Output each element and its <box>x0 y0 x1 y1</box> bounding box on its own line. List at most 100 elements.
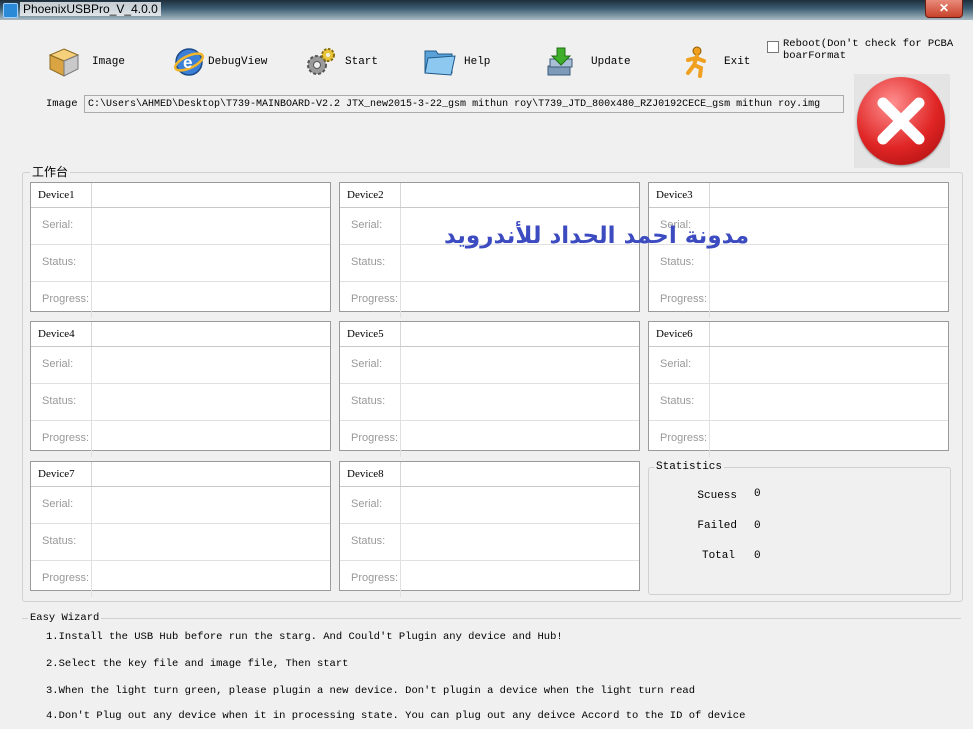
status-row: Status: <box>31 384 330 421</box>
serial-value <box>709 347 710 383</box>
download-icon <box>545 46 577 78</box>
status-value <box>709 245 710 281</box>
serial-label: Serial: <box>351 358 383 370</box>
header-divider <box>91 322 92 346</box>
header-divider <box>400 322 401 346</box>
device-panel: Device8 Serial: Status: Progress: <box>339 461 640 597</box>
device-name: Device6 <box>656 328 693 340</box>
device-header: Device8 <box>340 462 639 487</box>
device-header: Device7 <box>31 462 330 487</box>
serial-row: Serial: <box>31 347 330 384</box>
success-value: 0 <box>754 488 761 500</box>
device-panel: Device4 Serial: Status: Progress: <box>30 321 331 457</box>
help-button[interactable]: Help <box>422 42 490 82</box>
status-row: Status: <box>340 384 639 421</box>
reboot-label: Reboot(Don't check for PCBA boarFormat <box>783 38 954 62</box>
svg-text:e: e <box>183 53 192 72</box>
exit-button-label: Exit <box>724 56 751 68</box>
status-row: Status: <box>340 245 639 282</box>
status-value <box>91 384 92 420</box>
progress-value <box>91 421 92 457</box>
status-label: Status: <box>660 395 695 407</box>
progress-label: Progress: <box>42 572 90 584</box>
status-value <box>91 245 92 281</box>
progress-value <box>91 561 92 597</box>
serial-row: Serial: <box>340 347 639 384</box>
stop-button[interactable] <box>854 74 950 168</box>
image-path-field[interactable]: C:\Users\AHMED\Desktop\T739-MAINBOARD-V2… <box>84 95 844 113</box>
status-row: Status: <box>340 524 639 561</box>
window-title: PhoenixUSBPro_V_4.0.0 <box>20 2 161 16</box>
progress-value <box>400 421 401 457</box>
device-header: Device3 <box>649 183 948 208</box>
wizard-step: 3.When the light turn green, please plug… <box>46 685 696 697</box>
exit-button[interactable]: Exit <box>680 42 750 82</box>
serial-label: Serial: <box>660 358 692 370</box>
serial-row: Serial: <box>31 487 330 524</box>
header-divider <box>709 183 710 207</box>
device-panel: Device5 Serial: Status: Progress: <box>339 321 640 457</box>
device-panel: Device7 Serial: Status: Progress: <box>30 461 331 597</box>
update-button[interactable]: Update <box>545 42 631 82</box>
debugview-button[interactable]: e DebugView <box>173 42 267 82</box>
serial-row: Serial: <box>31 208 330 245</box>
device-header: Device6 <box>649 322 948 347</box>
app-icon <box>3 3 18 18</box>
debugview-button-label: DebugView <box>208 56 268 68</box>
status-row: Status: <box>31 524 330 561</box>
statistics-label: Statistics <box>654 461 725 473</box>
device-header: Device5 <box>340 322 639 347</box>
serial-label: Serial: <box>351 498 383 510</box>
success-label: Scuess <box>697 490 737 502</box>
status-label: Status: <box>351 256 386 268</box>
device-panel: Device6 Serial: Status: Progress: <box>648 321 949 457</box>
progress-row: Progress: <box>340 282 639 318</box>
progress-row: Progress: <box>31 561 330 597</box>
wizard-step: 1.Install the USB Hub before run the sta… <box>46 631 563 643</box>
running-man-icon <box>680 46 712 78</box>
status-row: Status: <box>649 384 948 421</box>
device-name: Device7 <box>38 468 75 480</box>
window-close-button[interactable]: ✕ <box>925 0 963 18</box>
progress-row: Progress: <box>31 421 330 457</box>
status-label: Status: <box>351 395 386 407</box>
status-label: Status: <box>351 535 386 547</box>
reboot-option[interactable]: Reboot(Don't check for PCBA boarFormat <box>767 38 957 62</box>
serial-value <box>91 208 92 244</box>
header-divider <box>709 322 710 346</box>
total-value: 0 <box>754 550 761 562</box>
progress-row: Progress: <box>649 421 948 457</box>
title-bar: PhoenixUSBPro_V_4.0.0 ✕ <box>0 0 973 20</box>
image-button[interactable]: Image <box>48 42 125 82</box>
status-value <box>400 384 401 420</box>
easy-wizard-label: Easy Wizard <box>28 612 102 624</box>
progress-value <box>709 421 710 457</box>
ie-icon: e <box>173 46 205 78</box>
serial-row: Serial: <box>649 347 948 384</box>
image-label: Image <box>46 98 78 110</box>
progress-row: Progress: <box>31 282 330 318</box>
wizard-step: 2.Select the key file and image file, Th… <box>46 658 349 670</box>
serial-value <box>400 487 401 523</box>
start-button[interactable]: Start <box>304 42 378 82</box>
device-name: Device5 <box>347 328 384 340</box>
serial-value <box>91 487 92 523</box>
progress-label: Progress: <box>351 432 399 444</box>
progress-label: Progress: <box>42 432 90 444</box>
progress-label: Progress: <box>42 293 90 305</box>
device-name: Device2 <box>347 189 384 201</box>
status-value <box>400 524 401 560</box>
progress-row: Progress: <box>649 282 948 318</box>
device-panel: Device1 Serial: Status: Progress: <box>30 182 331 318</box>
serial-label: Serial: <box>42 498 74 510</box>
image-button-label: Image <box>92 56 126 68</box>
device-header: Device4 <box>31 322 330 347</box>
progress-value <box>709 282 710 318</box>
serial-label: Serial: <box>42 219 74 231</box>
reboot-checkbox[interactable] <box>767 41 779 53</box>
progress-row: Progress: <box>340 561 639 597</box>
progress-label: Progress: <box>660 432 708 444</box>
progress-value <box>400 282 401 318</box>
progress-value <box>400 561 401 597</box>
device-header: Device2 <box>340 183 639 208</box>
